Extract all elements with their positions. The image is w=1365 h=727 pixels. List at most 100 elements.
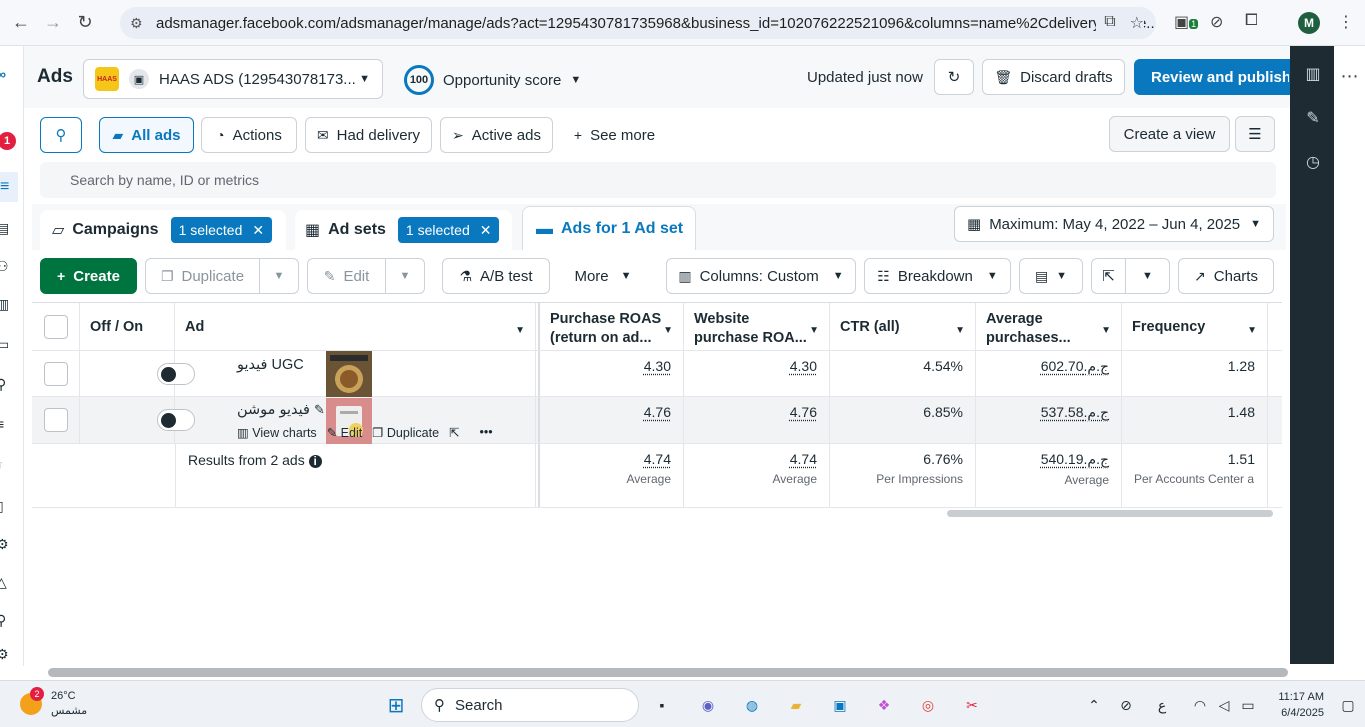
table-row[interactable]: فيديو UGC 4.30 4.30 4.54% ج.م.602.70 1.2… xyxy=(32,351,1282,397)
duplicate-dropdown[interactable]: ▼ xyxy=(259,258,299,294)
volume-icon[interactable]: ◁ xyxy=(1212,693,1236,717)
avg-purchases-value[interactable]: ج.م.537.58 xyxy=(1041,404,1109,420)
table-horizontal-scrollbar[interactable] xyxy=(947,510,1273,517)
nav-tools-icon[interactable]: ⚲ xyxy=(0,376,16,396)
address-bar[interactable]: ⚙ adsmanager.facebook.com/adsmanager/man… xyxy=(120,7,1156,39)
install-icon[interactable]: ⧉ xyxy=(1104,13,1115,33)
header-purchase-roas[interactable]: Purchase ROAS (return on ad... ▼ xyxy=(538,303,684,350)
more-button[interactable]: More ▼ xyxy=(560,258,646,294)
edit-button[interactable]: ✎ Edit xyxy=(307,258,386,294)
header-frequency[interactable]: Frequency ▼ xyxy=(1122,303,1268,350)
tab-adsets[interactable]: ▦ Ad sets 1 selected ✕ xyxy=(295,210,512,250)
edit-link[interactable]: ✎ Edit xyxy=(327,425,363,440)
summary-purchase-roas-value[interactable]: 4.74 xyxy=(644,451,671,467)
search-toggle-button[interactable]: ⚲ xyxy=(40,117,82,153)
history-icon[interactable]: ◷ xyxy=(1304,152,1322,171)
ad-name[interactable]: فيديو موشن ✎ xyxy=(237,402,325,418)
puzzle-icon[interactable]: ⧠ xyxy=(1245,12,1258,30)
taskbar-search[interactable]: ⚲ Search xyxy=(421,688,639,722)
store-icon[interactable]: ▣ xyxy=(828,693,852,717)
export-dropdown[interactable]: ▼ xyxy=(1125,258,1170,294)
profile-avatar[interactable]: M xyxy=(1298,12,1320,34)
campaigns-selected-chip[interactable]: 1 selected ✕ xyxy=(170,217,273,243)
account-selector[interactable]: HAAS ▣ HAAS ADS (129543078173... ▼ xyxy=(83,59,383,99)
nav-settings-icon[interactable]: ⚙ xyxy=(0,536,16,556)
copilot-icon[interactable]: ❖ xyxy=(872,693,896,717)
website-roas-value[interactable]: 4.30 xyxy=(790,358,817,374)
ad-thumbnail[interactable] xyxy=(326,351,372,397)
table-row[interactable]: فيديو موشن ✎ ▥ View charts ✎ Edit ❐ Dupl… xyxy=(32,397,1282,444)
discard-drafts-button[interactable]: 🗑 Discard drafts xyxy=(982,59,1125,95)
see-more-button[interactable]: + See more xyxy=(562,117,667,153)
date-range-picker[interactable]: ▦ Maximum: May 4, 2022 – Jun 4, 2025 ▼ xyxy=(954,206,1274,242)
duplicate-link[interactable]: ❐ Duplicate xyxy=(372,425,439,440)
windows-start-icon[interactable]: ⊞ xyxy=(384,693,408,717)
tray-overflow-icon[interactable]: ⌃ xyxy=(1082,693,1106,717)
nav-docs-icon[interactable]: ▯ xyxy=(0,498,16,518)
nav-ads-manager-icon[interactable]: ≡ xyxy=(0,172,18,202)
page-horizontal-scrollbar[interactable] xyxy=(48,668,1288,677)
create-button[interactable]: + Create xyxy=(40,258,137,294)
website-roas-value[interactable]: 4.76 xyxy=(790,404,817,420)
nav-campaigns-icon[interactable]: ▤ xyxy=(0,220,16,240)
ad-name[interactable]: فيديو UGC xyxy=(237,357,304,373)
edit-dropdown[interactable]: ▼ xyxy=(385,258,425,294)
bookmark-star-icon[interactable]: ☆ xyxy=(1130,13,1144,33)
nav-billing-icon[interactable]: ▭ xyxy=(0,336,16,356)
pencil-icon[interactable]: ✎ xyxy=(1304,108,1322,127)
view-charts-link[interactable]: ▥ View charts xyxy=(237,425,317,440)
file-explorer-icon[interactable]: ▰ xyxy=(784,693,808,717)
review-publish-button[interactable]: Review and publish (2 xyxy=(1134,59,1290,95)
nav-search-icon[interactable]: ⚲ xyxy=(0,612,16,632)
tab-campaigns[interactable]: ▱ Campaigns 1 selected ✕ xyxy=(40,210,286,250)
info-icon[interactable]: i xyxy=(308,455,322,468)
input-language[interactable]: ع xyxy=(1150,693,1174,717)
forward-icon[interactable]: → xyxy=(42,12,64,34)
row-checkbox[interactable] xyxy=(44,408,68,432)
view-settings-button[interactable]: ☰ xyxy=(1235,116,1275,152)
battery-icon[interactable]: ▭ xyxy=(1236,693,1260,717)
snipping-tool-icon[interactable]: ✂ xyxy=(960,693,984,717)
reports-button[interactable]: ▤ ▼ xyxy=(1019,258,1083,294)
purchase-roas-value[interactable]: 4.30 xyxy=(644,358,671,374)
notifications-icon[interactable]: ▢ xyxy=(1336,693,1360,717)
nav-help-icon[interactable]: ⚙ xyxy=(0,646,16,666)
refresh-button[interactable]: ↻ xyxy=(934,59,974,95)
weather-widget[interactable]: 2 26°C مشمس xyxy=(20,687,87,719)
header-website-roas[interactable]: Website purchase ROA... ▼ xyxy=(684,303,830,350)
header-avg-purchases[interactable]: Average purchases... ▼ xyxy=(976,303,1122,350)
bar-chart-icon[interactable]: ▥ xyxy=(1304,64,1322,83)
tray-app-icon[interactable]: ⊘ xyxy=(1114,693,1138,717)
nav-reports-icon[interactable]: ▥ xyxy=(0,296,16,316)
nav-menu-icon[interactable]: ≡ xyxy=(0,416,16,436)
purchase-roas-value[interactable]: 4.76 xyxy=(644,404,671,420)
pencil-icon[interactable]: ✎ xyxy=(314,402,325,417)
header-ctr[interactable]: CTR (all) ▼ xyxy=(830,303,976,350)
nav-audiences-icon[interactable]: ⚇ xyxy=(0,258,16,278)
tab-ads[interactable]: ▬ Ads for 1 Ad set xyxy=(522,206,696,250)
extension-icon[interactable]: ▣ 1 xyxy=(1174,12,1199,32)
browser-menu-icon[interactable]: ⋮ xyxy=(1338,12,1354,32)
summary-website-roas-value[interactable]: 4.74 xyxy=(790,451,817,467)
charts-button[interactable]: ↗ Charts xyxy=(1178,258,1274,294)
filter-had-delivery[interactable]: ✉ Had delivery xyxy=(305,117,432,153)
header-ad[interactable]: Ad ▼ xyxy=(175,303,536,350)
close-icon[interactable]: ✕ xyxy=(480,222,492,239)
header-off-on[interactable]: Off / On xyxy=(80,303,175,350)
breakdown-button[interactable]: ☷ Breakdown ▼ xyxy=(864,258,1011,294)
export-button[interactable]: ⇱ xyxy=(1091,258,1126,294)
adsets-selected-chip[interactable]: 1 selected ✕ xyxy=(397,217,500,243)
filter-actions[interactable]: ◔ Actions xyxy=(201,117,297,153)
columns-button[interactable]: ▥ Columns: Custom ▼ xyxy=(666,258,856,294)
back-icon[interactable]: ← xyxy=(10,12,32,34)
extension-2-icon[interactable]: ⊘ xyxy=(1210,12,1223,32)
teams-icon[interactable]: ◉ xyxy=(696,693,720,717)
chrome-icon[interactable]: ◎ xyxy=(916,693,940,717)
row-checkbox[interactable] xyxy=(44,362,68,386)
filter-all-ads[interactable]: ▰ All ads xyxy=(99,117,194,153)
opportunity-score[interactable]: 100 Opportunity score ▼ xyxy=(404,65,581,95)
nav-alerts-icon[interactable]: △ xyxy=(0,574,16,594)
avg-purchases-value[interactable]: ج.م.602.70 xyxy=(1041,358,1109,374)
taskbar-clock[interactable]: 11:17 AM 6/4/2025 xyxy=(1272,689,1324,721)
nav-events-icon[interactable]: ◐ xyxy=(0,456,16,476)
